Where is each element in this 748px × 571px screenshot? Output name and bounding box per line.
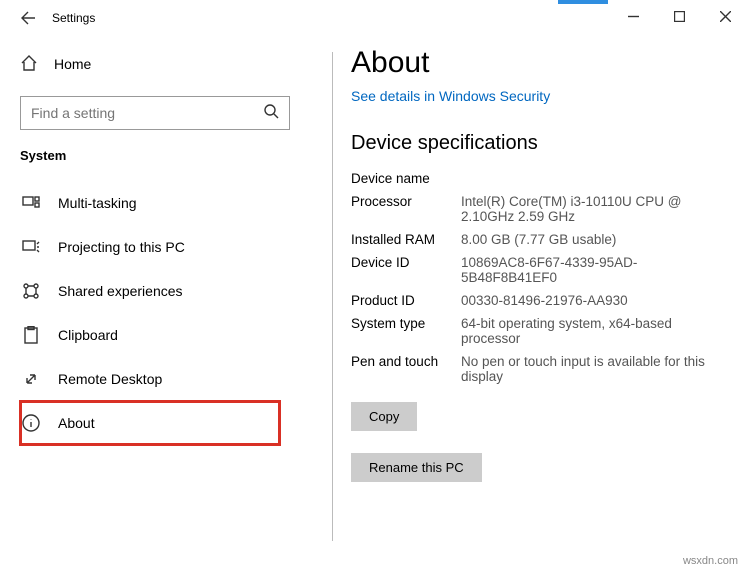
spec-label: Processor — [351, 194, 461, 224]
titlebar: Settings — [0, 0, 748, 36]
about-icon — [22, 414, 40, 432]
clipboard-icon — [22, 326, 40, 344]
spec-value: Intel(R) Core(TM) i3-10110U CPU @ 2.10GH… — [461, 194, 728, 224]
spec-value: 8.00 GB (7.77 GB usable) — [461, 232, 728, 247]
nav-shared[interactable]: Shared experiences — [20, 269, 320, 313]
spec-value — [461, 171, 728, 186]
spec-value: 64-bit operating system, x64-based proce… — [461, 316, 728, 346]
nav-clipboard[interactable]: Clipboard — [20, 313, 320, 357]
nav-about[interactable]: About — [20, 401, 280, 445]
main-panel: About See details in Windows Security De… — [320, 36, 748, 571]
spec-label: Device name — [351, 171, 461, 186]
nav-label: Clipboard — [58, 327, 118, 343]
nav-multitasking[interactable]: Multi-tasking — [20, 181, 320, 225]
spec-value: No pen or touch input is available for t… — [461, 354, 728, 384]
home-icon — [20, 54, 38, 75]
spec-label: Device ID — [351, 255, 461, 285]
nav-label: Multi-tasking — [58, 195, 137, 211]
back-button[interactable] — [12, 2, 44, 34]
security-link[interactable]: See details in Windows Security — [351, 88, 728, 104]
search-box[interactable] — [20, 96, 290, 130]
maximize-button[interactable] — [656, 0, 702, 32]
spec-value: 00330-81496-21976-AA930 — [461, 293, 728, 308]
accent-strip — [558, 0, 608, 4]
spec-label: System type — [351, 316, 461, 346]
shared-icon — [22, 282, 40, 300]
spec-value: 10869AC8-6F67-4339-95AD-5B48F8B41EF0 — [461, 255, 728, 285]
spec-label: Product ID — [351, 293, 461, 308]
spec-label: Installed RAM — [351, 232, 461, 247]
sidebar: Home System Multi-tasking Projecting to … — [0, 36, 320, 571]
home-nav[interactable]: Home — [20, 46, 320, 82]
minimize-button[interactable] — [610, 0, 656, 32]
nav-projecting[interactable]: Projecting to this PC — [20, 225, 320, 269]
projecting-icon — [22, 238, 40, 256]
nav-label: Projecting to this PC — [58, 239, 185, 255]
multitasking-icon — [22, 194, 40, 212]
close-button[interactable] — [702, 0, 748, 32]
page-heading: About — [351, 46, 728, 80]
remote-icon — [22, 370, 40, 388]
copy-button[interactable]: Copy — [351, 402, 417, 431]
nav-label: Shared experiences — [58, 283, 183, 299]
spec-heading: Device specifications — [351, 132, 728, 155]
search-icon — [263, 103, 279, 124]
watermark: wsxdn.com — [683, 555, 738, 567]
spec-label: Pen and touch — [351, 354, 461, 384]
search-input[interactable] — [31, 105, 263, 121]
rename-button[interactable]: Rename this PC — [351, 453, 482, 482]
nav-label: Remote Desktop — [58, 371, 162, 387]
section-heading: System — [20, 148, 320, 163]
nav-label: About — [58, 415, 95, 431]
window-title: Settings — [52, 11, 95, 25]
home-label: Home — [54, 56, 91, 72]
nav-remote[interactable]: Remote Desktop — [20, 357, 320, 401]
